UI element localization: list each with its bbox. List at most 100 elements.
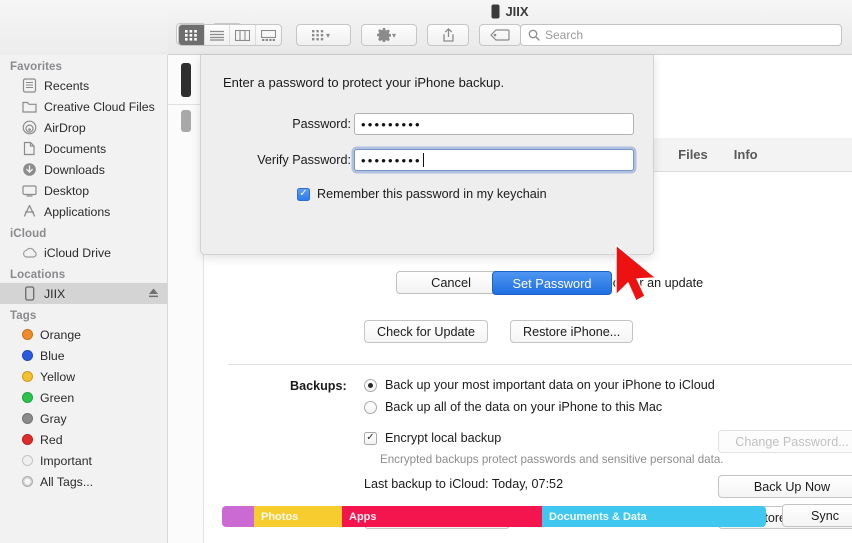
- sidebar-item-red[interactable]: Red: [0, 429, 167, 450]
- tab-files[interactable]: Files: [678, 147, 708, 162]
- group-by-icon: [311, 29, 324, 40]
- change-password-button[interactable]: Change Password...: [718, 430, 852, 453]
- sidebar-item-orange[interactable]: Orange: [0, 324, 167, 345]
- finder-window: Favorites Recents Creative Cloud Files AirD…: [0, 0, 852, 543]
- applications-icon: [23, 204, 36, 217]
- view-mode-group: [178, 24, 282, 46]
- backup-option-icloud[interactable]: Back up your most important data on your…: [364, 378, 715, 392]
- chevron-down-icon: ▾: [391, 30, 396, 40]
- gallery-view-button[interactable]: [256, 25, 281, 45]
- tag-dot-icon: [22, 434, 33, 445]
- storage-segment: [222, 506, 254, 527]
- tag-dot-icon: [22, 329, 33, 340]
- icon-view-icon: [184, 29, 197, 41]
- sidebar-item-creative-cloud-files[interactable]: Creative Cloud Files: [0, 96, 167, 117]
- remember-password-label: Remember this password in my keychain: [317, 187, 547, 201]
- list-view-icon: [209, 30, 224, 41]
- backup-option-mac-label: Back up all of the data on your iPhone t…: [385, 400, 663, 414]
- sidebar-section-header: Locations: [10, 269, 66, 281]
- backup-option-icloud-label: Back up your most important data on your…: [385, 378, 715, 392]
- sidebar-item-label: Desktop: [44, 183, 90, 198]
- sidebar-item-label: Yellow: [40, 369, 76, 384]
- verify-password-input[interactable]: •••••••••: [354, 149, 634, 171]
- sidebar-item-label: Downloads: [44, 162, 105, 177]
- storage-usage-bar: Photos Apps Documents & Data: [222, 506, 766, 527]
- radio-mac-icon: [364, 400, 377, 414]
- sidebar-item-label: Green: [40, 390, 75, 405]
- action-menu-button[interactable]: ▾: [361, 24, 417, 46]
- search-placeholder: Search: [545, 28, 584, 42]
- encrypt-local-backup-checkbox[interactable]: ✓ Encrypt local backup: [364, 431, 501, 445]
- share-icon: [442, 28, 454, 42]
- sidebar-item-label: Orange: [40, 327, 82, 342]
- tag-dot-icon: [22, 350, 33, 361]
- backup-option-mac[interactable]: Back up all of the data on your iPhone t…: [364, 400, 662, 414]
- backup-password-sheet: Enter a password to protect your iPhone …: [200, 55, 654, 295]
- storage-segment: Apps: [342, 506, 542, 527]
- sidebar-item-applications[interactable]: Applications: [0, 201, 167, 222]
- icon-view-button[interactable]: [179, 25, 205, 45]
- sheet-title: Enter a password to protect your iPhone …: [223, 75, 505, 90]
- rail-divider: [168, 104, 204, 105]
- sidebar-item-jiix[interactable]: JIIX: [0, 283, 167, 304]
- text-caret: [422, 153, 424, 167]
- encrypt-local-backup-label: Encrypt local backup: [385, 431, 502, 445]
- sidebar-item-label: Documents: [44, 141, 107, 156]
- sidebar-item-desktop[interactable]: Desktop: [0, 180, 167, 201]
- sidebar-item-label: Gray: [40, 411, 67, 426]
- checkbox-remember-icon: ✓: [297, 187, 310, 201]
- icloud-icon: [23, 247, 37, 258]
- storage-segment: Photos: [254, 506, 342, 527]
- group-by-button[interactable]: ▾: [296, 24, 351, 46]
- sidebar-item-airdrop[interactable]: AirDrop: [0, 117, 167, 138]
- sidebar-item-documents[interactable]: Documents: [0, 138, 167, 159]
- check-for-update-button[interactable]: Check for Update: [364, 320, 489, 343]
- device-thumbnail-icon: [181, 63, 191, 97]
- sidebar-item-green[interactable]: Green: [0, 387, 167, 408]
- iphone-icon: [25, 286, 35, 301]
- sidebar-item-recents[interactable]: Recents: [0, 75, 167, 96]
- sidebar-item-label: Blue: [40, 348, 65, 363]
- list-view-button[interactable]: [205, 25, 230, 45]
- sidebar-item-label: AirDrop: [44, 120, 86, 135]
- sidebar-item-yellow[interactable]: Yellow: [0, 366, 167, 387]
- sidebar-item-icloud-drive[interactable]: iCloud Drive: [0, 242, 167, 263]
- sidebar-item-blue[interactable]: Blue: [0, 345, 167, 366]
- toolbar-left-bg: [0, 0, 168, 55]
- column-view-button[interactable]: [230, 25, 256, 45]
- sidebar-item-all-tags[interactable]: All Tags...: [0, 471, 167, 492]
- set-password-button[interactable]: Set Password: [492, 271, 612, 295]
- sidebar-item-gray[interactable]: Gray: [0, 408, 167, 429]
- all-tags-icon: [22, 476, 33, 487]
- remember-password-checkbox[interactable]: ✓ Remember this password in my keychain: [297, 187, 547, 201]
- eject-icon[interactable]: [148, 287, 159, 299]
- sidebar-section-header: Favorites: [10, 61, 63, 73]
- sync-button[interactable]: Sync: [782, 504, 852, 527]
- verify-password-value: •••••••••: [361, 152, 422, 168]
- sidebar-item-downloads[interactable]: Downloads: [0, 159, 167, 180]
- gear-icon: [376, 28, 391, 42]
- airdrop-icon: [22, 120, 37, 135]
- tag-dot-icon: [22, 371, 33, 382]
- restore-iphone-button[interactable]: Restore iPhone...: [510, 320, 634, 343]
- password-input[interactable]: •••••••••: [354, 113, 634, 135]
- back-up-now-button[interactable]: Back Up Now: [718, 475, 852, 498]
- chevron-down-icon: ▾: [325, 30, 330, 40]
- share-button[interactable]: [427, 24, 469, 46]
- checkbox-encrypt-icon: ✓: [364, 431, 377, 445]
- mouse-cursor: [612, 243, 670, 310]
- device-secondary-icon: [181, 110, 191, 132]
- cancel-button[interactable]: Cancel: [396, 271, 506, 294]
- search-icon: [528, 29, 540, 41]
- search-field[interactable]: Search: [520, 24, 842, 46]
- add-tag-button[interactable]: [479, 24, 521, 46]
- encrypt-note: Encrypted backups protect passwords and …: [380, 453, 724, 466]
- tab-info[interactable]: Info: [734, 147, 758, 162]
- window-title-bar: JIIX: [168, 4, 852, 19]
- tag-dot-icon: [22, 413, 33, 424]
- radio-icloud-icon: [364, 378, 377, 392]
- sidebar-section-header: iCloud: [10, 228, 47, 240]
- sidebar-item-label: Applications: [44, 204, 111, 219]
- sidebar-item-important[interactable]: Important: [0, 450, 167, 471]
- documents-icon: [23, 141, 35, 156]
